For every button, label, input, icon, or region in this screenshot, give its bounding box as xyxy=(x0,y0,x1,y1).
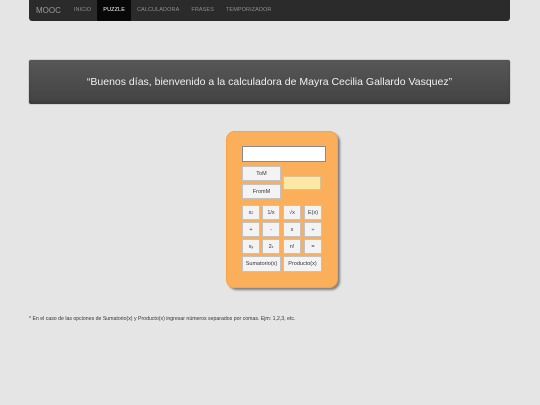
sqrt-button[interactable]: √x xyxy=(283,205,301,220)
divide-button[interactable]: ÷ xyxy=(304,222,322,237)
nav-frases[interactable]: FRASES xyxy=(185,0,220,21)
welcome-banner: “Buenos días, bienvenido a la calculador… xyxy=(29,60,510,104)
nav-calculadora[interactable]: CALCULADORA xyxy=(131,0,185,21)
reciprocal-button[interactable]: 1/x xyxy=(262,205,280,220)
fromm-button[interactable]: FromM xyxy=(242,184,281,199)
nav-puzzle[interactable]: PUZZLE xyxy=(97,0,131,21)
power-button[interactable]: xy xyxy=(242,239,260,254)
sumatorio-button[interactable]: Sumatorio(x) xyxy=(242,256,281,272)
plus-button[interactable]: + xyxy=(242,222,260,237)
square-button[interactable]: x2 xyxy=(242,205,260,220)
minus-button[interactable]: - xyxy=(262,222,280,237)
equals-button[interactable]: = xyxy=(304,239,322,254)
top-navbar: MOOC INICIO PUZZLE CALCULADORA FRASES TE… xyxy=(29,0,510,21)
factorial-button[interactable]: n! xyxy=(283,239,301,254)
nav-temporizador[interactable]: TEMPORIZADOR xyxy=(220,0,278,21)
calculator-display-input[interactable] xyxy=(242,146,326,162)
brand-link[interactable]: MOOC xyxy=(29,0,68,21)
e-power-button[interactable]: E(x) xyxy=(304,205,322,220)
result-field xyxy=(283,176,321,190)
producto-button[interactable]: Producto(x) xyxy=(283,256,322,272)
times-button[interactable]: x xyxy=(283,222,301,237)
nav-inicio[interactable]: INICIO xyxy=(68,0,97,21)
tom-button[interactable]: ToM xyxy=(242,166,281,181)
welcome-text: “Buenos días, bienvenido a la calculador… xyxy=(86,76,453,88)
two-power-button[interactable]: 2x xyxy=(262,239,280,254)
footnote: * En el caso de las opciones de Sumatori… xyxy=(29,316,296,322)
calculator-body: ToM FromM x2 1/x √x E(x) + - x ÷ xy 2x n… xyxy=(226,131,338,288)
